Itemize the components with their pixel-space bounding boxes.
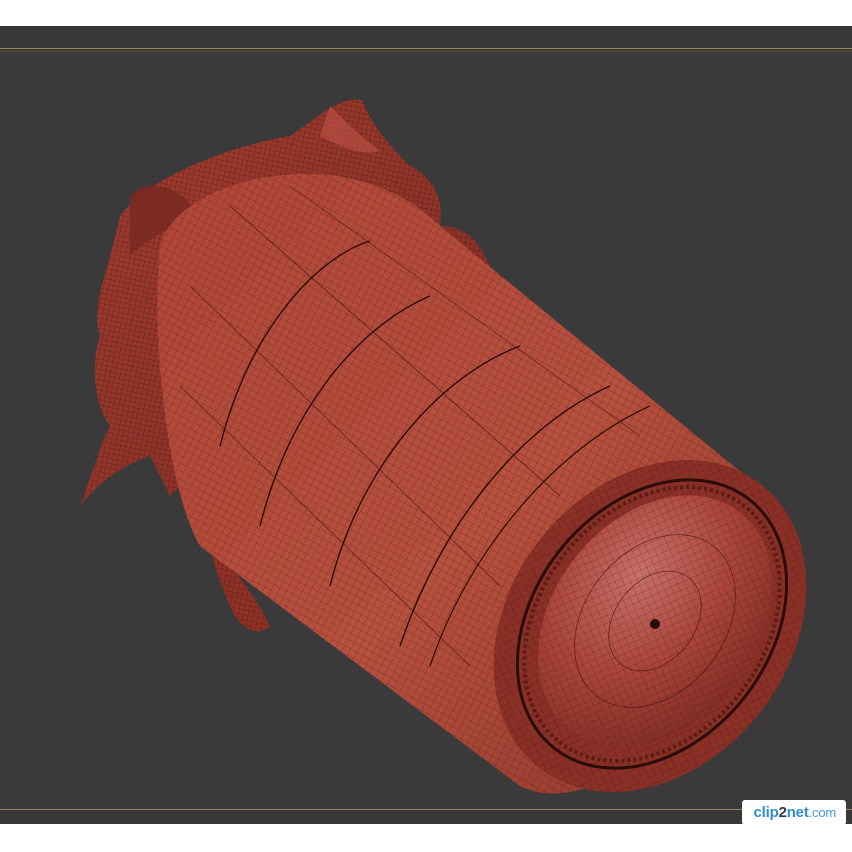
watermark-text-net: net (786, 804, 809, 821)
watermark-logo: clip2net.com (741, 800, 846, 825)
watermark-text-clip: clip (753, 804, 779, 821)
watermark-text-2: 2 (778, 804, 787, 821)
viewport-scene[interactable] (0, 26, 852, 824)
top-margin (0, 0, 852, 26)
bottom-margin (0, 824, 852, 852)
watermark-text-com: .com (808, 805, 837, 820)
